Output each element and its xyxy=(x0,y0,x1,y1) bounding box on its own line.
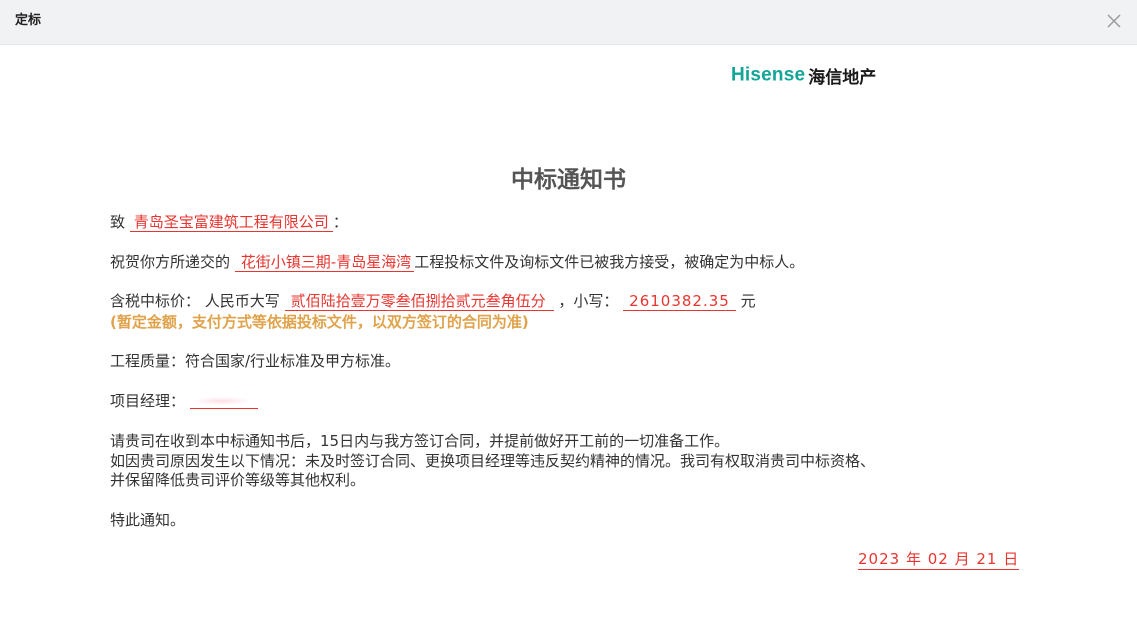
congrats-prefix: 祝贺你方所递交的 xyxy=(110,253,231,271)
price-unit: 元 xyxy=(740,292,756,310)
warning-line-1: 如因贵司原因发生以下情况：未及时签订合同、更换项目经理等违反契约精神的情况。我司… xyxy=(110,452,876,470)
close-icon xyxy=(1107,14,1121,28)
recipient-line: 致 青岛圣宝富建筑工程有限公司： xyxy=(110,212,348,232)
project-name: 花街小镇三期-青岛星海湾 xyxy=(234,253,415,272)
recipient-suffix: ： xyxy=(332,213,348,231)
manager-name-redacted xyxy=(189,394,258,409)
congrats-suffix: 工程投标文件及询标文件已被我方接受，被确定为中标人。 xyxy=(414,253,805,271)
price-small-label: ，小写： xyxy=(558,292,619,310)
request-line: 请贵司在收到本中标通知书后，15日内与我方签订合同，并提前做好开工前的一切准备工… xyxy=(110,432,730,450)
price-uppercase: 贰佰陆拾壹万零叁佰捌拾贰元叁角伍分 xyxy=(284,292,554,311)
notice-date: 2023 年 02 月 21 日 xyxy=(858,550,1020,570)
price-line: 含税中标价： 人民币大写 贰佰陆拾壹万零叁佰捌拾贰元叁角伍分 ，小写： 2610… xyxy=(110,291,756,311)
dialog-title: 定标 xyxy=(15,13,42,28)
hisense-logo: Hisense 海信地产 xyxy=(731,63,876,89)
manager-line: 项目经理： xyxy=(110,391,258,411)
notice-title: 中标通知书 xyxy=(511,167,626,193)
close-button[interactable] xyxy=(1103,10,1125,32)
logo-brand-en: Hisense xyxy=(731,64,806,86)
price-note: (暂定金额，支付方式等依据投标文件，以双方签订的合同为准) xyxy=(110,313,529,331)
price-number: 2610382.35 xyxy=(623,292,736,311)
manager-label: 项目经理： xyxy=(110,392,186,410)
closing-line: 特此通知。 xyxy=(110,511,186,529)
dialog-header: 定标 xyxy=(0,0,1137,45)
price-label: 含税中标价： 人民币大写 xyxy=(110,292,280,310)
quality-line: 工程质量：符合国家/行业标准及甲方标准。 xyxy=(110,352,401,370)
warning-line-2: 并保留降低贵司评价等级等其他权利。 xyxy=(110,471,366,489)
award-dialog: 定标 Hisense 海信地产 中标通知书 致 青岛圣宝富建筑工程有限公司： 祝贺… xyxy=(0,0,1137,638)
recipient-company: 青岛圣宝富建筑工程有限公司 xyxy=(129,213,333,232)
logo-brand-cn: 海信地产 xyxy=(808,68,877,88)
recipient-prefix: 致 xyxy=(110,213,126,231)
congrats-line: 祝贺你方所递交的 花街小镇三期-青岛星海湾 工程投标文件及询标文件已被我方接受，被… xyxy=(110,252,804,272)
